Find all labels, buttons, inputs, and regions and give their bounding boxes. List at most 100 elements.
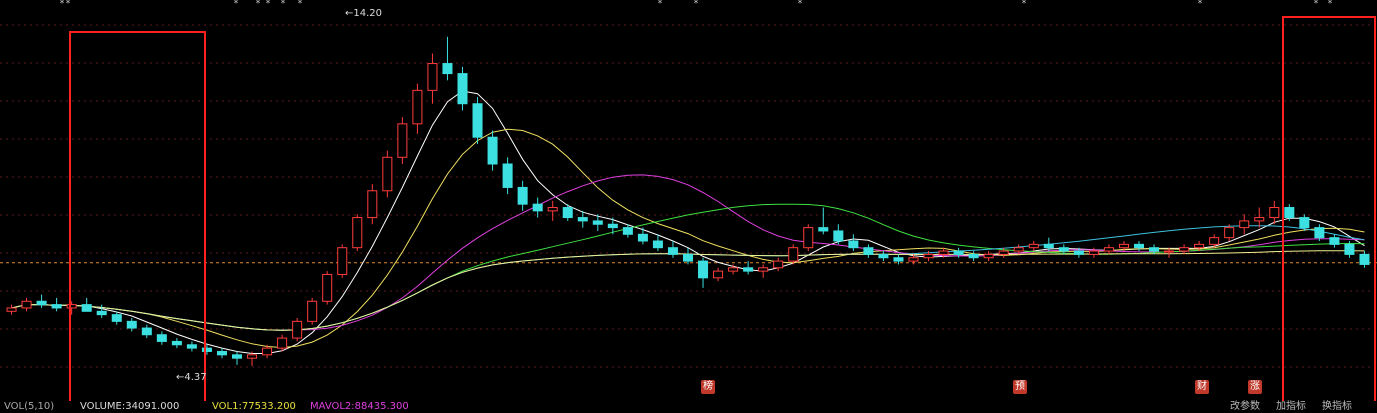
- candle-body: [652, 240, 663, 249]
- candle-body: [1239, 220, 1250, 229]
- candle: [803, 224, 814, 252]
- candle-body: [457, 73, 468, 105]
- candle-body: [126, 320, 137, 329]
- candle-body: [81, 304, 92, 312]
- candle-body: [1118, 243, 1129, 249]
- change-indicator-button[interactable]: 换指标: [1322, 401, 1352, 413]
- tag-zhang[interactable]: 涨: [1248, 380, 1262, 394]
- candle-body: [1149, 247, 1160, 252]
- volume-label: VOLUME:34091.000: [80, 401, 180, 412]
- tag-bang[interactable]: 榜: [701, 380, 715, 394]
- candle-body: [262, 347, 273, 356]
- candle-body: [96, 310, 107, 316]
- candle: [292, 318, 303, 342]
- candle-body: [788, 247, 799, 262]
- candle-body: [833, 230, 844, 242]
- candle: [487, 130, 498, 171]
- candle-body: [1103, 247, 1114, 252]
- tag-yu[interactable]: 预: [1013, 380, 1027, 394]
- candle: [773, 257, 784, 272]
- candle-body: [758, 267, 769, 272]
- vol-label[interactable]: VOL(5,10): [4, 401, 54, 413]
- candle-body: [1329, 237, 1340, 245]
- candle-body: [1314, 227, 1325, 239]
- tag-cai[interactable]: 财: [1195, 380, 1209, 394]
- top-markers: * * * * * * * * * * * * * *: [60, 0, 1333, 9]
- ma-line-10: [11, 128, 1365, 349]
- candle: [848, 234, 859, 252]
- candle-body: [216, 350, 227, 356]
- candle-body: [171, 340, 182, 346]
- indicator-bar: VOL(5,10) VOLUME:34091.000 VOL1:77533.20…: [0, 401, 1377, 413]
- candle-body: [412, 89, 423, 125]
- moving-average-lines: [11, 90, 1365, 354]
- candle-body: [818, 227, 829, 232]
- candle: [6, 304, 17, 315]
- candle: [156, 331, 167, 345]
- candle: [51, 297, 62, 312]
- candle: [81, 297, 92, 312]
- candle-body: [848, 240, 859, 249]
- candle-body: [427, 63, 438, 91]
- candle-body: [1043, 243, 1054, 249]
- candle-body: [667, 247, 678, 255]
- candle-body: [953, 250, 964, 255]
- candle-body: [1254, 217, 1265, 222]
- candle-body: [622, 227, 633, 235]
- low-price-label: ←4.37: [176, 372, 207, 383]
- candle-body: [1088, 250, 1099, 255]
- candle-body: [637, 233, 648, 242]
- star-marker: *: [798, 0, 803, 9]
- candle-body: [1269, 207, 1280, 219]
- candle: [337, 244, 348, 278]
- candle-body: [968, 253, 979, 259]
- candle: [517, 180, 528, 211]
- candle-body: [487, 136, 498, 165]
- candle-body: [1164, 250, 1175, 253]
- candle-body: [1133, 243, 1144, 249]
- candle-body: [1224, 227, 1235, 239]
- candle-body: [51, 304, 62, 309]
- candle: [412, 83, 423, 134]
- candle-body: [156, 334, 167, 342]
- change-params-button[interactable]: 改参数: [1230, 401, 1260, 413]
- candle-body: [893, 257, 904, 262]
- candle-body: [713, 270, 724, 279]
- candle-body: [277, 337, 288, 349]
- candle: [307, 297, 318, 325]
- candle: [382, 150, 393, 198]
- high-price-label: ←14.20: [345, 8, 383, 19]
- candle: [427, 53, 438, 104]
- candle-body: [247, 354, 258, 359]
- candle-body: [232, 354, 243, 359]
- candle-body: [1013, 247, 1024, 252]
- candle-body: [1284, 207, 1295, 219]
- add-indicator-button[interactable]: 加指标: [1276, 401, 1306, 413]
- candle-body: [6, 307, 17, 312]
- candle-body: [502, 163, 513, 188]
- candle: [96, 304, 107, 318]
- mavol2-label: MAVOL2:88435.300: [310, 401, 409, 412]
- candle: [1269, 200, 1280, 225]
- candle-body: [983, 253, 994, 259]
- candle: [1254, 207, 1265, 228]
- candle-body: [66, 304, 77, 309]
- candle-body: [1179, 247, 1190, 252]
- candle: [1179, 244, 1190, 255]
- candle-body: [863, 247, 874, 255]
- candle-body: [367, 190, 378, 219]
- highlight-box-left: [69, 31, 206, 413]
- candle: [1239, 214, 1250, 235]
- star-marker: *: [66, 0, 71, 9]
- candle: [232, 351, 243, 365]
- ma-line-5: [11, 90, 1365, 354]
- candle: [66, 301, 77, 315]
- star-marker: *: [281, 0, 286, 9]
- candle: [457, 66, 468, 111]
- ma-line-60: [11, 225, 1365, 331]
- candle: [186, 341, 197, 352]
- star-marker: *: [256, 0, 261, 9]
- candle: [652, 234, 663, 252]
- candle-body: [141, 327, 152, 336]
- candle-body: [186, 344, 197, 349]
